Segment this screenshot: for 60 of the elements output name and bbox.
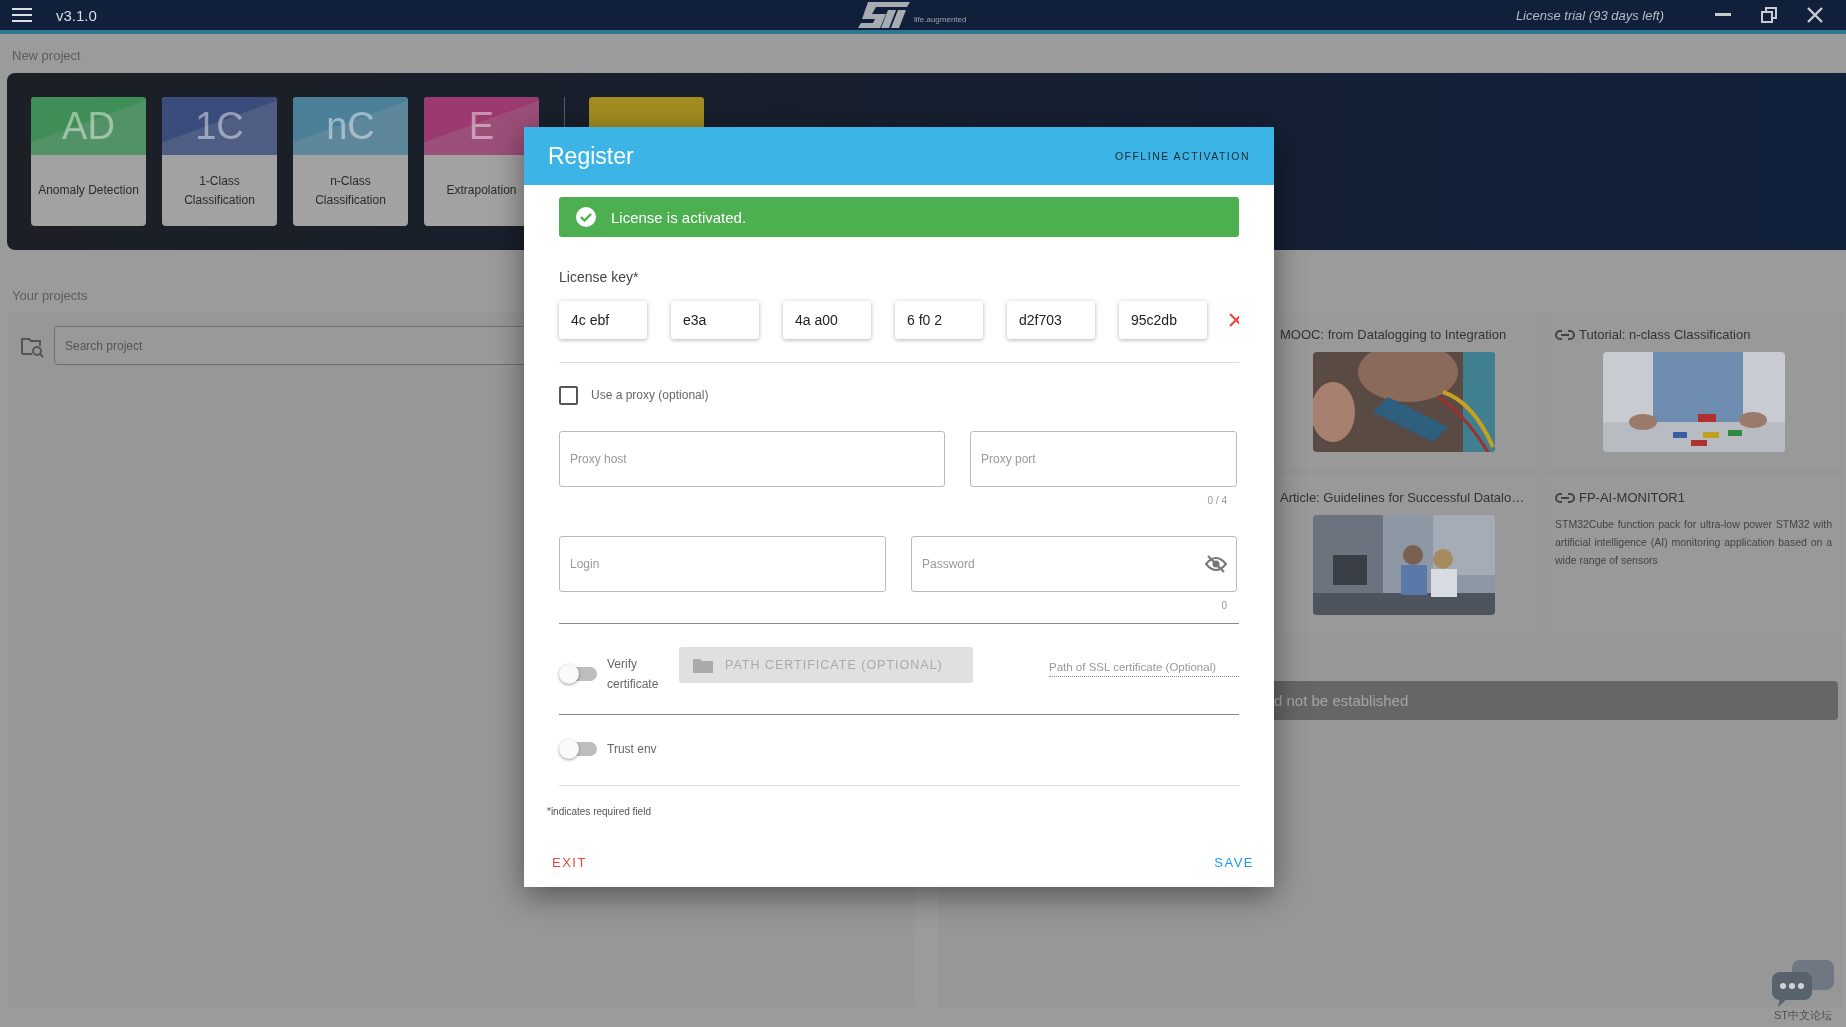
close-icon [1807,7,1823,23]
login-field[interactable]: Login [559,536,886,592]
menu-icon[interactable] [12,8,32,22]
eye-off-icon[interactable] [1205,555,1227,573]
section-heading: Your projects [12,288,89,303]
proxy-host-field[interactable]: Proxy host [559,431,945,487]
chat-icon[interactable] [1770,958,1836,1008]
toggle-label: Trust env [607,741,657,758]
toggle-switch[interactable] [559,739,597,759]
tile-label: Anomaly Detection [37,182,140,199]
exit-button[interactable]: EXIT [552,851,587,874]
tile-abbreviation: AD [62,104,115,148]
license-status: License trial (93 days left) [1515,7,1664,23]
toggle-label: Verify certificate [607,656,660,693]
link-icon [1555,491,1575,504]
resource-title: Tutorial: n-class Classification [1579,327,1751,342]
tile-label: n-Class Classification [314,172,387,209]
offline-activation-button[interactable]: OFFLINE ACTIVATION [1110,146,1254,166]
folder-icon [693,657,713,673]
checkbox[interactable] [559,385,578,405]
license-key-field[interactable]: 4c ebf [559,301,647,339]
character-counter: 0 [1221,600,1227,611]
forum-label[interactable]: ST中文论坛 [1773,1008,1833,1023]
resource-description: STM32Cube function pack for ultra-low power STM32 with artificial intelligence (AI) monitoring application based on a wide range of sensors [1555,517,1832,568]
license-key-field[interactable]: e3a [671,301,759,339]
resource-title: Article: Guidelines for Successful Datalo… [1280,490,1525,505]
tile-abbreviation: 1C [195,104,244,148]
proxy-port-field[interactable]: Proxy port [970,431,1237,487]
tile-abbreviation: nC [326,104,375,148]
st-logo [858,2,910,28]
logo-tagline: life.augmented [914,15,967,24]
checkbox-label: Use a proxy (optional) [591,387,709,404]
license-key-field[interactable]: 4a a00 [783,301,871,339]
folder-search-icon [20,336,44,358]
project-type-tile[interactable]: 1C 1-Class Classification [162,97,277,226]
clear-icon[interactable] [1229,313,1239,327]
required-note: *indicates required field [547,806,652,817]
toggle-switch[interactable] [559,664,597,684]
project-type-tile[interactable]: nC n-Class Classification [293,97,408,226]
tile-label: 1-Class Classification [183,172,256,209]
resource-title: MOOC: from Datalogging to Integration [1280,327,1507,342]
project-type-tile[interactable]: AD Anomaly Detection [31,97,146,226]
license-key-field[interactable]: 6 f0 2 [895,301,983,339]
tile-abbreviation: E [468,104,495,148]
resource-title: FP-AI-MONITOR1 [1579,490,1685,505]
license-key-field[interactable]: 95c2db [1119,301,1207,339]
dialog-title: Register [548,142,634,170]
check-circle-icon [575,206,597,228]
save-button[interactable]: SAVE [1214,851,1254,874]
link-icon [1555,328,1575,341]
section-heading: New project [12,48,82,63]
license-key-field[interactable]: d2f703 [1007,301,1095,339]
password-field[interactable]: Password [911,536,1237,592]
version-label: v3.1.0 [56,6,97,24]
tile-label: Extrapolation [445,182,518,199]
success-message: License is activated. [611,208,747,226]
minimize-icon [1715,13,1731,17]
character-counter: 0 / 4 [1207,495,1227,506]
field-label: License key* [559,269,640,285]
restore-icon [1761,7,1777,23]
